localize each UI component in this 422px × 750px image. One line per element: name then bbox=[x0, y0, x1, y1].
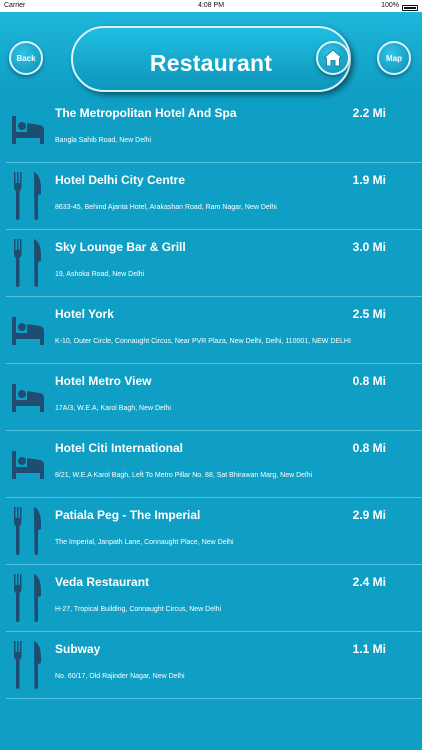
bed-icon bbox=[10, 104, 46, 154]
place-address: 8633-45, Behind Ajanta Hotel, Arakashan … bbox=[55, 204, 277, 211]
place-name: Hotel Metro View bbox=[55, 374, 152, 388]
place-distance: 2.5 Mi bbox=[352, 307, 386, 321]
place-name: Hotel York bbox=[55, 307, 114, 321]
list-item[interactable]: The Metropolitan Hotel And Spa 2.2 Mi Bang… bbox=[6, 96, 422, 163]
place-address: 19, Ashoka Road, New Delhi bbox=[55, 271, 145, 278]
place-distance: 2.4 Mi bbox=[352, 575, 386, 589]
clock: 4:08 PM bbox=[197, 2, 225, 9]
page-title: Restaurant bbox=[149, 50, 273, 76]
place-address: 17A/3, W.E.A, Karol Bagh, New Delhi bbox=[55, 405, 171, 412]
bed-icon bbox=[10, 305, 46, 355]
list-item[interactable]: Veda Restaurant 2.4 Mi H-27, Tropical Buil… bbox=[6, 565, 422, 632]
place-address: No. 60/17, Old Rajinder Nagar, New Delhi bbox=[55, 673, 185, 680]
home-button[interactable] bbox=[316, 41, 350, 75]
list-item[interactable]: Patiala Peg - The Imperial 2.9 Mi The Impe… bbox=[6, 498, 422, 565]
place-list: The Metropolitan Hotel And Spa 2.2 Mi Bang… bbox=[0, 96, 422, 699]
place-name: Patiala Peg - The Imperial bbox=[55, 508, 201, 522]
place-distance: 0.8 Mi bbox=[352, 374, 386, 388]
back-button-label: Back bbox=[16, 53, 36, 63]
battery-icon bbox=[402, 4, 418, 11]
header: Back Restaurant Map bbox=[0, 12, 422, 92]
battery-percent: 100% bbox=[381, 2, 399, 9]
fork-knife-icon bbox=[10, 506, 46, 556]
title-banner: Restaurant bbox=[71, 26, 351, 92]
place-distance: 1.1 Mi bbox=[352, 642, 386, 656]
fork-knife-icon bbox=[10, 573, 46, 623]
bed-icon bbox=[10, 372, 46, 422]
fork-knife-icon bbox=[10, 640, 46, 690]
place-name: Hotel Citi International bbox=[55, 441, 184, 455]
list-item[interactable]: Subway 1.1 Mi No. 60/17, Old Rajinder Naga… bbox=[6, 632, 422, 699]
place-distance: 0.8 Mi bbox=[352, 441, 386, 455]
place-name: Hotel Delhi City Centre bbox=[55, 173, 186, 187]
place-distance: 2.2 Mi bbox=[352, 106, 386, 120]
place-distance: 2.9 Mi bbox=[352, 508, 386, 522]
place-name: The Metropolitan Hotel And Spa bbox=[55, 106, 237, 120]
place-address: Bangla Sahib Road, New Delhi bbox=[55, 137, 152, 144]
bed-icon bbox=[10, 439, 46, 489]
place-distance: 3.0 Mi bbox=[352, 240, 386, 254]
fork-knife-icon bbox=[10, 171, 46, 221]
place-name: Subway bbox=[55, 642, 101, 656]
place-distance: 1.9 Mi bbox=[352, 173, 386, 187]
place-name: Veda Restaurant bbox=[55, 575, 150, 589]
home-icon bbox=[323, 49, 343, 67]
battery-indicator: 100% bbox=[381, 2, 418, 11]
map-button[interactable]: Map bbox=[377, 41, 411, 75]
back-button[interactable]: Back bbox=[9, 41, 43, 75]
list-item[interactable]: Sky Lounge Bar & Grill 3.0 Mi 19, Ashoka R… bbox=[6, 230, 422, 297]
place-address: H-27, Tropical Building, Connaught Circu… bbox=[55, 606, 222, 613]
place-address: K-10, Outer Circle, Connaught Circus, Ne… bbox=[55, 338, 351, 345]
place-name: Sky Lounge Bar & Grill bbox=[55, 240, 186, 254]
list-item[interactable]: Hotel York 2.5 Mi K-10, Outer Circle, Conn… bbox=[6, 297, 422, 364]
place-address: The Imperial, Janpath Lane, Connaught Pl… bbox=[55, 539, 234, 546]
place-address: 8/21, W.E.A Karol Bagh, Left To Metro Pi… bbox=[55, 472, 313, 479]
map-button-label: Map bbox=[386, 53, 402, 63]
list-item[interactable]: Hotel Delhi City Centre 1.9 Mi 8633-45, Be… bbox=[6, 163, 422, 230]
status-bar: Carrier 4:08 PM 100% bbox=[0, 0, 422, 12]
fork-knife-icon bbox=[10, 238, 46, 288]
list-item[interactable]: Hotel Citi International 0.8 Mi 8/21, W.E.… bbox=[6, 431, 422, 498]
list-item[interactable]: Hotel Metro View 0.8 Mi 17A/3, W.E.A, Karo… bbox=[6, 364, 422, 431]
